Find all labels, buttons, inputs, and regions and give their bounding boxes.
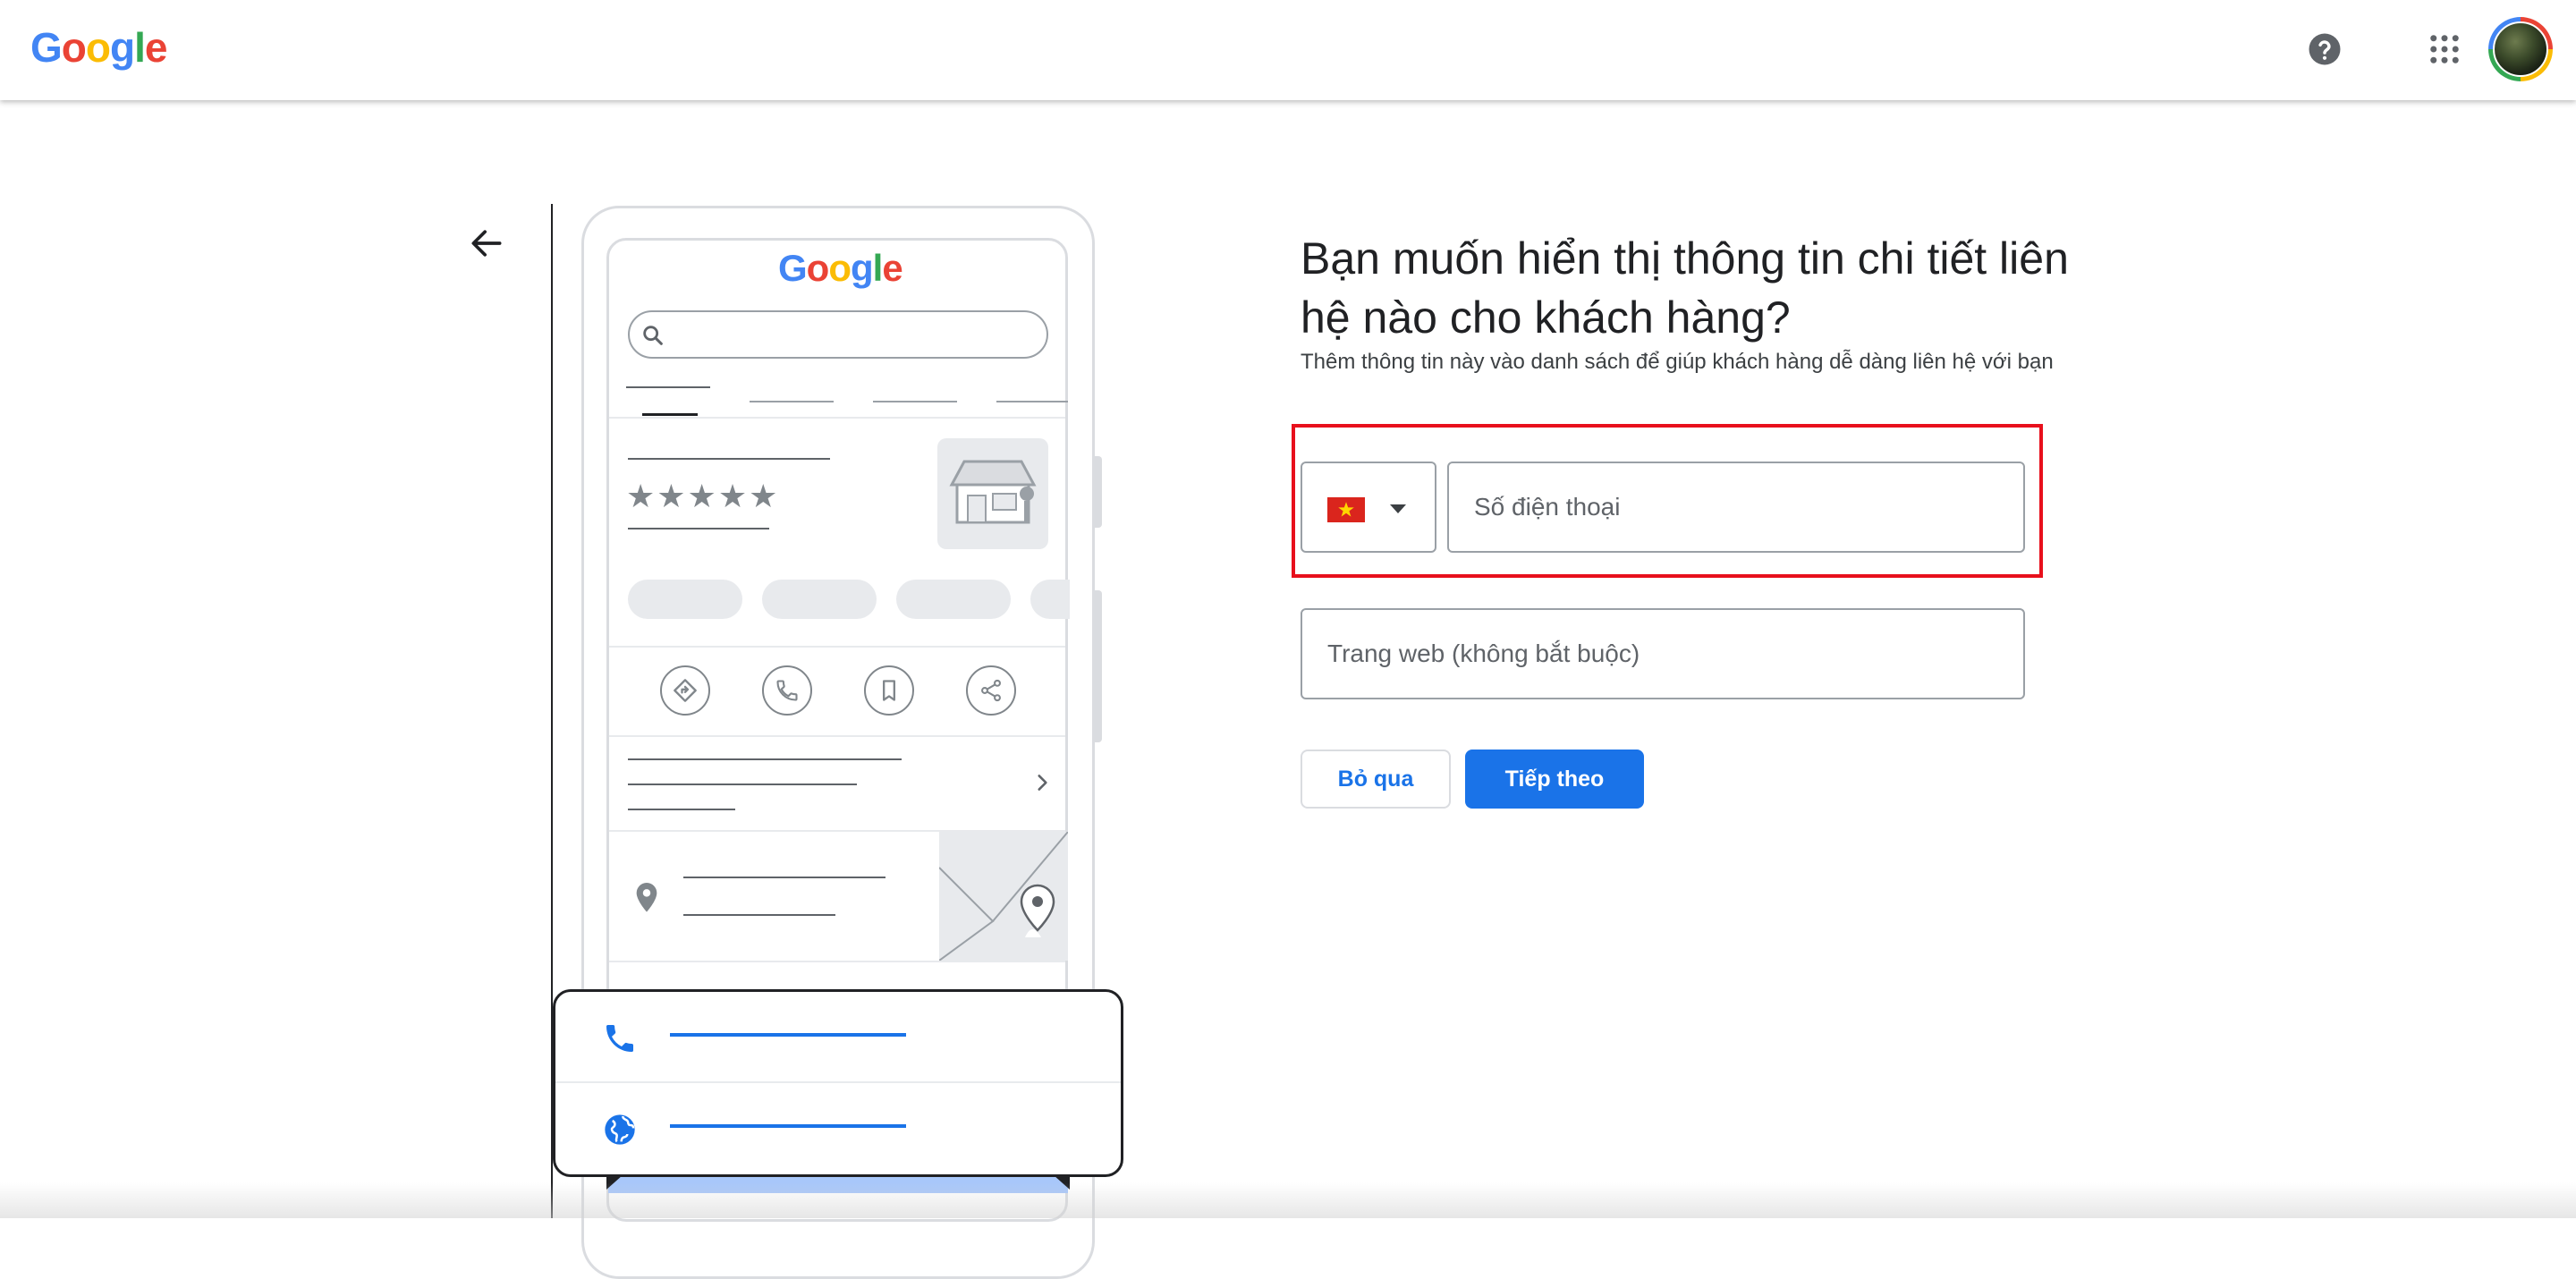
illustration-tab-line — [873, 401, 957, 402]
card-shadow-strip — [606, 1175, 1070, 1193]
illustration-tab-line — [750, 401, 834, 402]
logo-letter: l — [134, 24, 146, 71]
illustration-separator — [609, 961, 1065, 962]
illustration-text-line — [683, 877, 886, 878]
back-arrow-icon[interactable] — [467, 224, 506, 263]
avatar-photo — [2493, 21, 2548, 77]
google-logo[interactable]: Google — [30, 23, 168, 72]
country-code-select[interactable] — [1301, 462, 1436, 553]
illustration-chip — [628, 580, 742, 619]
logo-letter: g — [110, 24, 135, 71]
account-avatar[interactable] — [2488, 17, 2553, 81]
illustration-logo-letter: G — [778, 247, 808, 289]
phone-number-input[interactable] — [1447, 462, 2025, 553]
illustration-text-line — [628, 783, 857, 785]
illustration-logo-letter: g — [850, 247, 874, 289]
page-subtitle: Thêm thông tin này vào danh sách để giúp… — [1301, 350, 2054, 374]
logo-letter: o — [61, 24, 87, 71]
illustration-chip — [1030, 580, 1070, 619]
logo-letter: e — [144, 24, 168, 71]
contact-preview-card — [553, 989, 1123, 1177]
illustration-text-line — [628, 528, 769, 529]
phone-side-button — [1093, 590, 1102, 742]
illustration-rating-stars: ★★★★★ — [626, 478, 780, 514]
logo-letter: G — [30, 24, 63, 71]
chevron-right-icon — [1030, 771, 1054, 799]
phone-placeholder-line — [670, 1033, 906, 1037]
phone-icon — [606, 1025, 633, 1052]
illustration-logo-letter: l — [872, 247, 884, 289]
illustration-chip — [762, 580, 877, 619]
illustration-google-logo: Google — [778, 247, 903, 290]
call-icon — [762, 665, 812, 716]
website-placeholder-line — [670, 1124, 906, 1128]
illustration-title-line — [628, 458, 830, 460]
illustration-separator — [609, 417, 1065, 419]
illustration-text-line — [628, 758, 902, 760]
illustration-text-line — [683, 914, 835, 916]
skip-button[interactable]: Bỏ qua — [1301, 750, 1451, 809]
illustration-store-thumbnail — [937, 438, 1048, 549]
next-button[interactable]: Tiếp theo — [1465, 750, 1644, 809]
help-icon[interactable] — [2306, 30, 2343, 68]
globe-icon — [605, 1114, 635, 1145]
storefront-icon — [949, 460, 1037, 524]
bottom-fade — [0, 1182, 2576, 1218]
illustration-logo-letter: e — [882, 247, 902, 289]
search-icon — [643, 326, 663, 345]
illustration-tab-indicator — [642, 413, 698, 416]
bookmark-icon — [864, 665, 914, 716]
illustration-chip — [896, 580, 1011, 619]
illustration-separator — [609, 646, 1065, 648]
card-divider — [555, 1081, 1121, 1083]
illustration-tab-line — [626, 386, 710, 388]
share-icon — [966, 665, 1016, 716]
illustration-text-line — [628, 809, 735, 810]
illustration-tab-line — [996, 401, 1068, 402]
vietnam-flag-icon — [1327, 497, 1365, 522]
illustration-logo-letter: o — [828, 247, 852, 289]
top-app-bar: Google — [0, 0, 2576, 100]
logo-letter: o — [85, 24, 111, 71]
illustration-logo-letter: o — [806, 247, 830, 289]
illustration-search-bar — [628, 310, 1048, 359]
dropdown-caret-icon — [1390, 504, 1406, 513]
phone-side-button — [1093, 456, 1102, 528]
website-input[interactable] — [1301, 608, 2025, 699]
illustration-separator — [609, 735, 1065, 737]
apps-grid-icon[interactable] — [2426, 30, 2463, 68]
location-pin-icon — [631, 880, 662, 920]
illustration-map-tile — [939, 832, 1068, 961]
directions-icon — [660, 665, 710, 716]
page-title: Bạn muốn hiển thị thông tin chi tiết liê… — [1301, 233, 2069, 343]
